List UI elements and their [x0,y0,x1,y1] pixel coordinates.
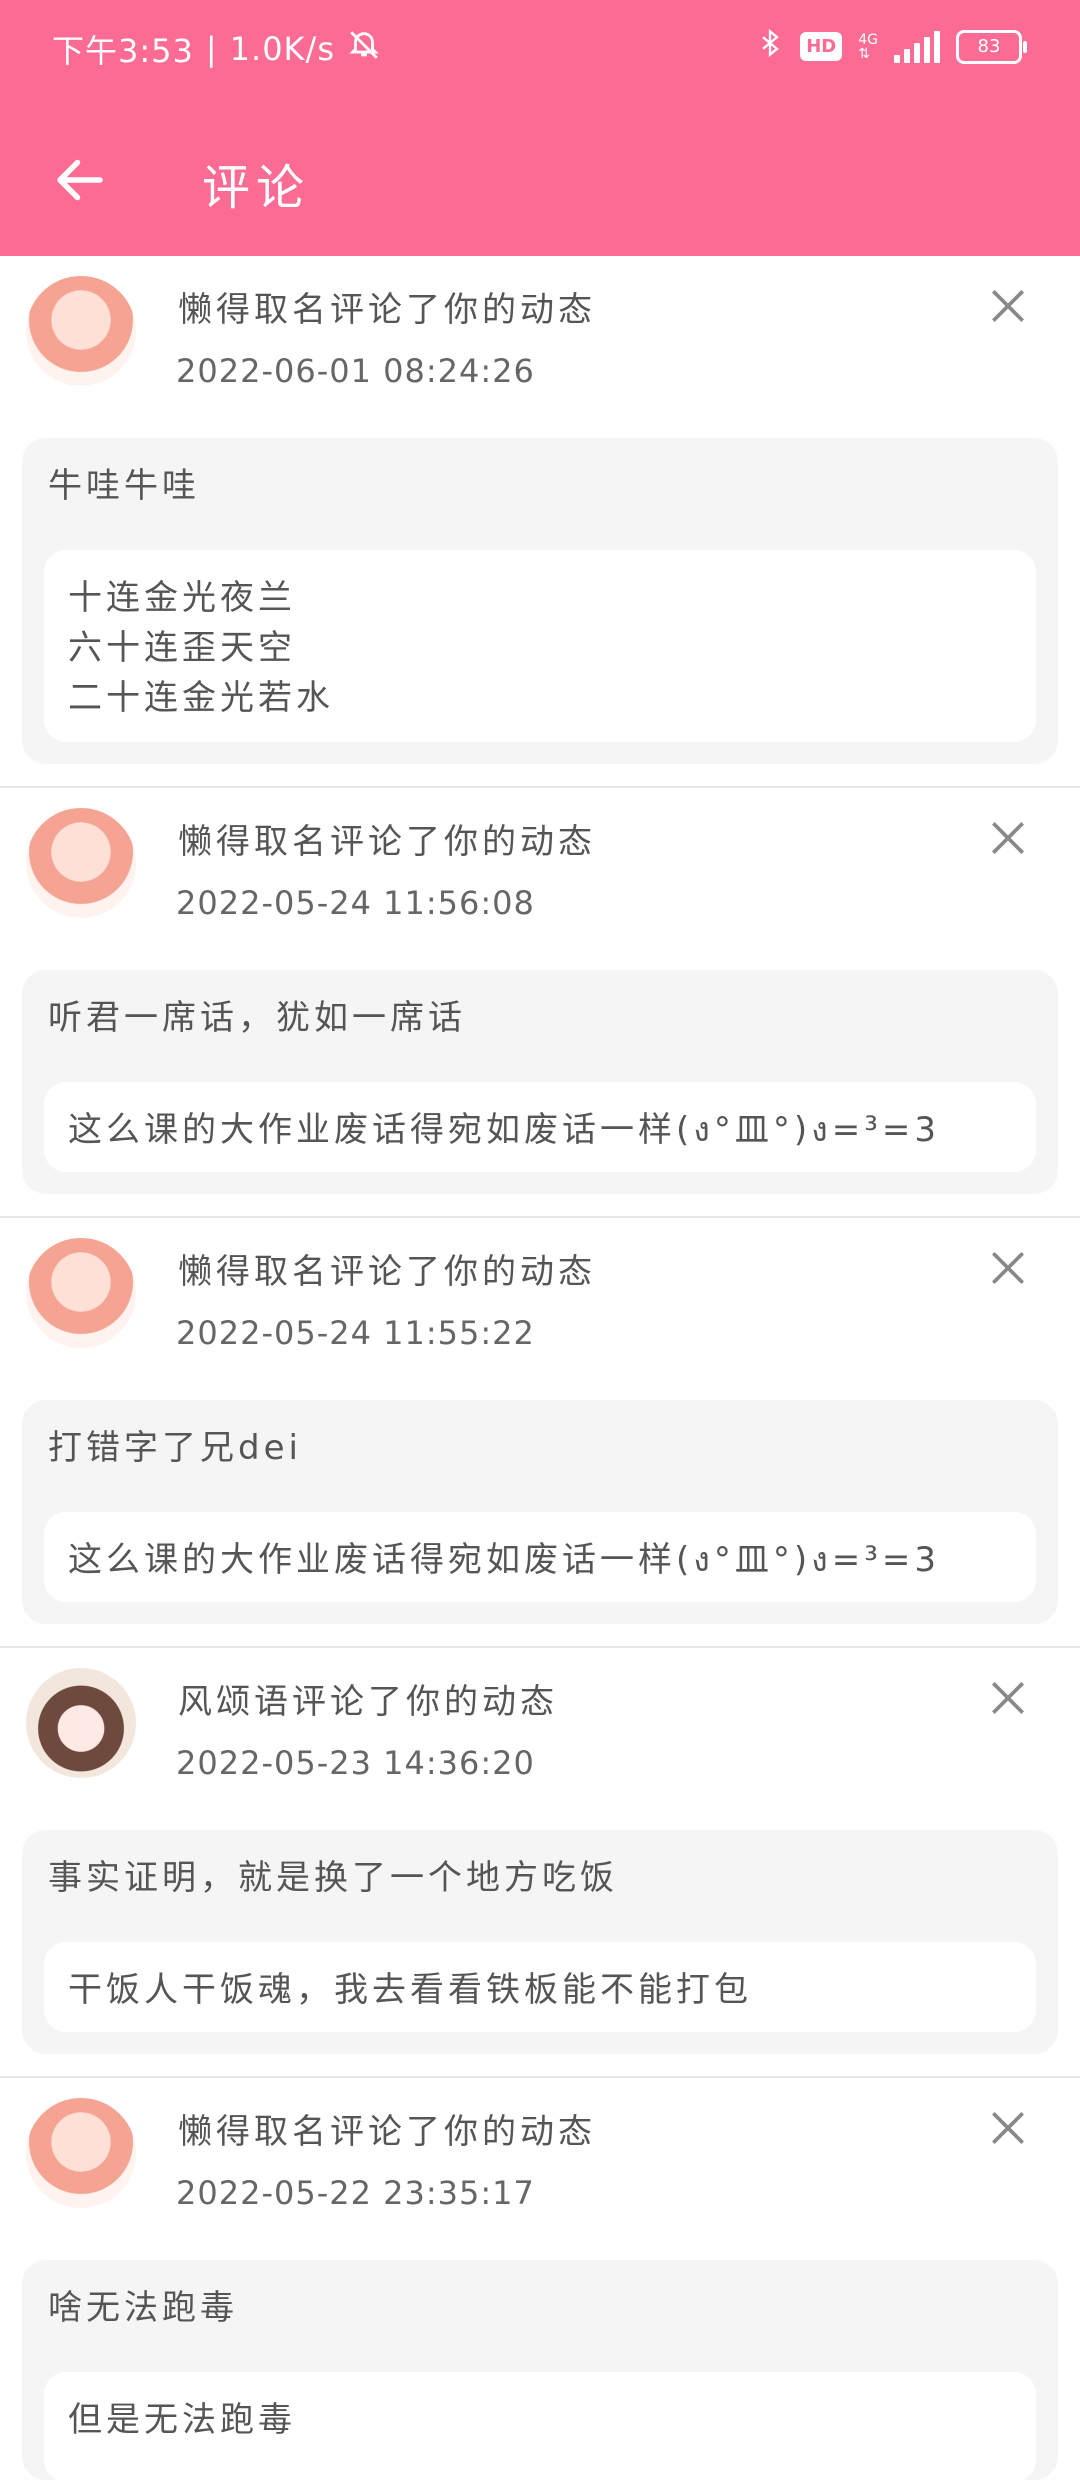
network-type: 4G ⇅ [858,33,878,61]
back-button[interactable] [50,150,110,210]
bluetooth-icon [756,26,784,67]
avatar[interactable] [26,1238,136,1348]
quoted-line: 十连金光夜兰 [68,578,296,618]
quoted-post[interactable]: 这么课的大作业废话得宛如废话一样(ง°皿°)ง=³=3 [44,1082,1036,1172]
comment-card[interactable]: 牛哇牛哇 十连金光夜兰 六十连歪天空 二十连金光若水 [22,438,1058,764]
signal-icon [894,30,940,63]
quoted-line: 这么课的大作业废话得宛如废话一样(ง°皿°)ง=³=3 [68,1540,940,1580]
comment-text: 打错字了兄dei [48,1428,302,1468]
comment-item: 懒得取名评论了你的动态 2022-05-24 11:56:08 听君一席话，犹如… [0,788,1080,1218]
dismiss-button[interactable] [986,1676,1030,1720]
close-icon [992,822,1024,854]
comment-card[interactable]: 打错字了兄dei 这么课的大作业废话得宛如废话一样(ง°皿°)ง=³=3 [22,1400,1058,1624]
comment-card[interactable]: 啥无法跑毒 但是无法跑毒 [22,2260,1058,2482]
battery-level: 83 [977,35,1001,57]
dismiss-button[interactable] [986,1246,1030,1290]
timestamp: 2022-05-23 14:36:20 [176,1744,535,1782]
comment-item: 懒得取名评论了你的动态 2022-05-24 11:55:22 打错字了兄dei… [0,1218,1080,1648]
status-left: 下午3:53 | 1.0K/s [52,26,381,72]
quoted-line: 二十连金光若水 [68,678,334,718]
comment-item: 风颂语评论了你的动态 2022-05-23 14:36:20 事实证明，就是换了… [0,1648,1080,2078]
quoted-post[interactable]: 干饭人干饭魂，我去看看铁板能不能打包 [44,1942,1036,2032]
dismiss-button[interactable] [986,816,1030,860]
user-action-text: 风颂语评论了你的动态 [178,1682,558,1722]
dismiss-button[interactable] [986,2106,1030,2150]
comment-text: 听君一席话，犹如一席话 [48,998,466,1038]
avatar[interactable] [26,2098,136,2208]
network-type-label: 4G [858,31,878,48]
dismiss-button[interactable] [986,284,1030,328]
comment-text: 啥无法跑毒 [48,2288,238,2328]
close-icon [992,1682,1024,1714]
quoted-line: 这么课的大作业废话得宛如废话一样(ง°皿°)ง=³=3 [68,1110,940,1150]
hd-icon: HD [800,32,843,61]
comment-text: 事实证明，就是换了一个地方吃饭 [48,1858,618,1898]
status-time: 下午3:53 [52,32,194,70]
user-action-text: 懒得取名评论了你的动态 [178,2112,596,2152]
comment-feed: 懒得取名评论了你的动态 2022-06-01 08:24:26 牛哇牛哇 十连金… [0,256,1080,2482]
mute-icon [347,28,381,70]
app-bar: 下午3:53 | 1.0K/s HD 4G ⇅ 83 评论 [0,0,1080,256]
status-divider: | [205,30,218,68]
timestamp: 2022-05-24 11:56:08 [176,884,535,922]
close-icon [992,290,1024,322]
quoted-post[interactable]: 这么课的大作业废话得宛如废话一样(ง°皿°)ง=³=3 [44,1512,1036,1602]
timestamp: 2022-05-24 11:55:22 [176,1314,535,1352]
close-icon [992,1252,1024,1284]
avatar[interactable] [26,276,136,386]
data-arrows-icon: ⇅ [858,45,870,62]
user-action-text: 懒得取名评论了你的动态 [178,1252,596,1292]
timestamp: 2022-06-01 08:24:26 [176,352,535,390]
quoted-line: 六十连歪天空 [68,628,296,668]
comment-item: 懒得取名评论了你的动态 2022-06-01 08:24:26 牛哇牛哇 十连金… [0,256,1080,788]
arrow-left-icon [57,159,103,201]
user-action-text: 懒得取名评论了你的动态 [178,822,596,862]
status-right: HD 4G ⇅ 83 [756,26,1027,67]
comment-item: 懒得取名评论了你的动态 2022-05-22 23:35:17 啥无法跑毒 但是… [0,2078,1080,2482]
quoted-post[interactable]: 十连金光夜兰 六十连歪天空 二十连金光若水 [44,550,1036,742]
network-speed: 1.0K/s [229,30,335,68]
status-bar: 下午3:53 | 1.0K/s HD 4G ⇅ 83 [0,0,1080,100]
comment-card[interactable]: 听君一席话，犹如一席话 这么课的大作业废话得宛如废话一样(ง°皿°)ง=³=3 [22,970,1058,1194]
comment-text: 牛哇牛哇 [48,466,200,506]
avatar[interactable] [26,808,136,918]
quoted-line: 但是无法跑毒 [68,2400,296,2440]
comment-card[interactable]: 事实证明，就是换了一个地方吃饭 干饭人干饭魂，我去看看铁板能不能打包 [22,1830,1058,2054]
timestamp: 2022-05-22 23:35:17 [176,2174,535,2212]
close-icon [992,2112,1024,2144]
avatar[interactable] [26,1668,136,1778]
page-title: 评论 [202,160,311,216]
quoted-post[interactable]: 但是无法跑毒 [44,2372,1036,2482]
quoted-line: 干饭人干饭魂，我去看看铁板能不能打包 [68,1970,752,2010]
battery-icon: 83 [956,29,1027,64]
user-action-text: 懒得取名评论了你的动态 [178,290,596,330]
